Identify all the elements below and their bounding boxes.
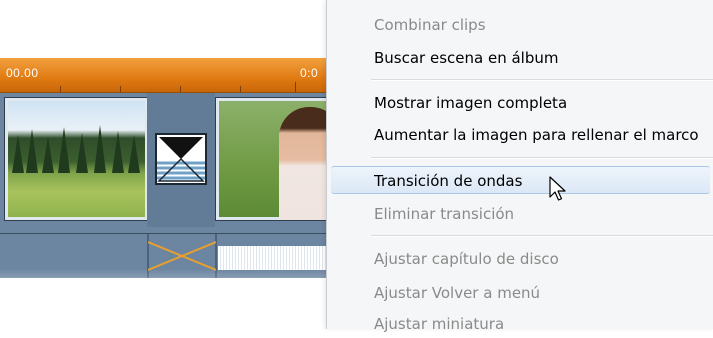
timeline-panel: 00.00 0:0 <box>0 0 330 329</box>
menu-item-transicion-de-ondas[interactable]: Transición de ondas <box>331 166 710 194</box>
context-menu: Combinar clips Buscar escena en álbum Mo… <box>326 0 713 333</box>
audio-waveform <box>218 246 330 270</box>
menu-item-buscar-escena[interactable]: Buscar escena en álbum <box>327 44 713 72</box>
video-track <box>0 93 330 233</box>
ruler-tick <box>295 82 296 92</box>
menu-item-combinar-clips[interactable]: Combinar clips <box>327 11 713 39</box>
hourglass-transition-icon[interactable] <box>155 133 207 185</box>
portrait-thumbnail <box>219 101 330 220</box>
menu-separator <box>371 79 713 81</box>
menu-item-ajustar-capitulo[interactable]: Ajustar capítulo de disco <box>327 245 713 273</box>
ruler-tick <box>120 86 121 92</box>
timeline-ruler[interactable]: 00.00 0:0 <box>0 58 330 93</box>
clip-portrait[interactable] <box>215 97 330 221</box>
menu-item-ajustar-miniatura[interactable]: Ajustar miniatura <box>327 310 713 338</box>
menu-item-eliminar-transicion[interactable]: Eliminar transición <box>327 200 713 228</box>
menu-item-ajustar-volver-menu[interactable]: Ajustar Volver a menú <box>327 279 713 307</box>
menu-separator <box>371 157 713 159</box>
menu-separator <box>371 235 713 237</box>
transition-slot[interactable] <box>147 93 215 227</box>
menu-item-aumentar-imagen[interactable]: Aumentar la imagen para rellenar el marc… <box>327 121 713 149</box>
menu-item-mostrar-imagen-completa[interactable]: Mostrar imagen completa <box>327 89 713 117</box>
ruler-tick <box>240 86 241 92</box>
clip-landscape[interactable] <box>4 97 149 221</box>
landscape-thumbnail <box>8 101 145 217</box>
timecode-next: 0:0 <box>300 66 319 80</box>
timecode-start: 00.00 <box>6 66 39 80</box>
arrow-cursor-icon <box>549 176 566 201</box>
ruler-tick <box>60 86 61 92</box>
ruler-tick <box>180 86 181 92</box>
